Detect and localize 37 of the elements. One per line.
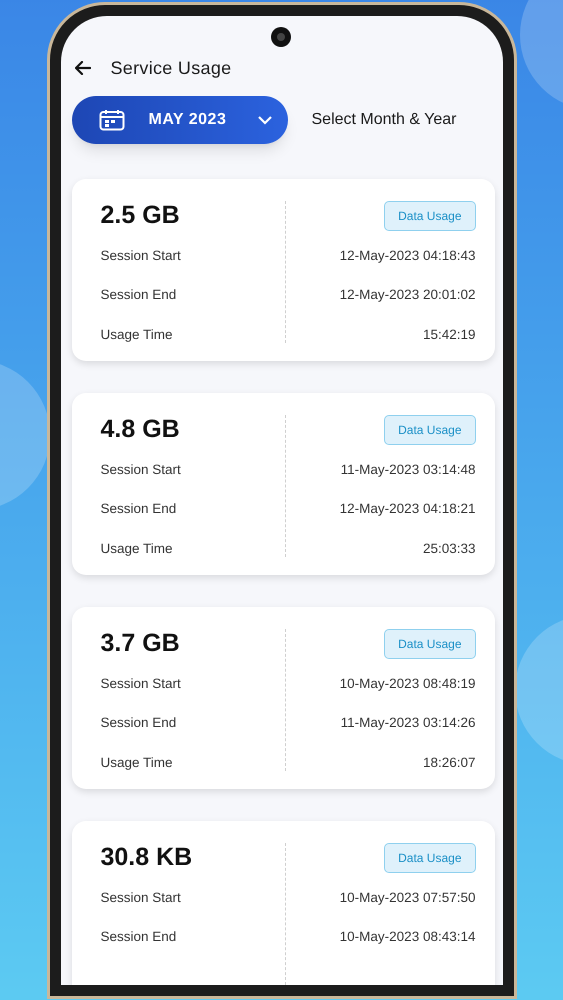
- row-label: Session End: [100, 928, 176, 946]
- row-value: 25:03:33: [422, 540, 476, 558]
- row-label: Session Start: [100, 889, 181, 907]
- usage-amount: 4.8 GB: [100, 414, 180, 446]
- camera-icon: [270, 27, 290, 47]
- usage-amount: 2.5 GB: [100, 200, 180, 232]
- row-value: 12-May-2023 04:18:21: [340, 500, 476, 518]
- row-label: Usage Time: [100, 754, 173, 772]
- row-value: 18:26:07: [422, 754, 476, 772]
- row-value: 12-May-2023 04:18:43: [340, 247, 476, 265]
- row-label: Usage Time: [100, 326, 173, 344]
- chevron-down-icon: [258, 116, 272, 124]
- row-value: 15:42:19: [422, 326, 476, 344]
- row-label: Session Start: [100, 247, 181, 265]
- row-label: Session Start: [100, 675, 181, 693]
- row-value: 10-May-2023 08:48:19: [340, 675, 476, 693]
- row-label: Session End: [100, 500, 176, 518]
- usage-type-badge: Data Usage: [384, 201, 476, 231]
- usage-type-badge: Data Usage: [384, 629, 476, 659]
- page-title: Service Usage: [110, 56, 232, 80]
- row-label: Session End: [100, 714, 176, 732]
- usage-type-badge: Data Usage: [384, 843, 476, 873]
- row-value: 10-May-2023 08:43:14: [340, 928, 476, 946]
- back-arrow-icon[interactable]: [74, 61, 90, 75]
- row-label: Usage Time: [100, 540, 173, 558]
- row-value: 12-May-2023 20:01:02: [340, 286, 476, 304]
- select-month-label: Select Month & Year: [312, 110, 456, 130]
- month-picker-button[interactable]: MAY 2023: [72, 96, 288, 144]
- calendar-icon: [98, 109, 124, 131]
- usage-amount: 3.7 GB: [100, 628, 180, 660]
- row-value: 11-May-2023 03:14:48: [340, 461, 476, 479]
- row-label: Session End: [100, 286, 176, 304]
- row-value: 10-May-2023 07:57:50: [340, 889, 476, 907]
- row-label: Session Start: [100, 461, 181, 479]
- row-value: 11-May-2023 03:14:26: [340, 714, 476, 732]
- usage-amount: 30.8 KB: [100, 842, 192, 874]
- usage-type-badge: Data Usage: [384, 415, 476, 445]
